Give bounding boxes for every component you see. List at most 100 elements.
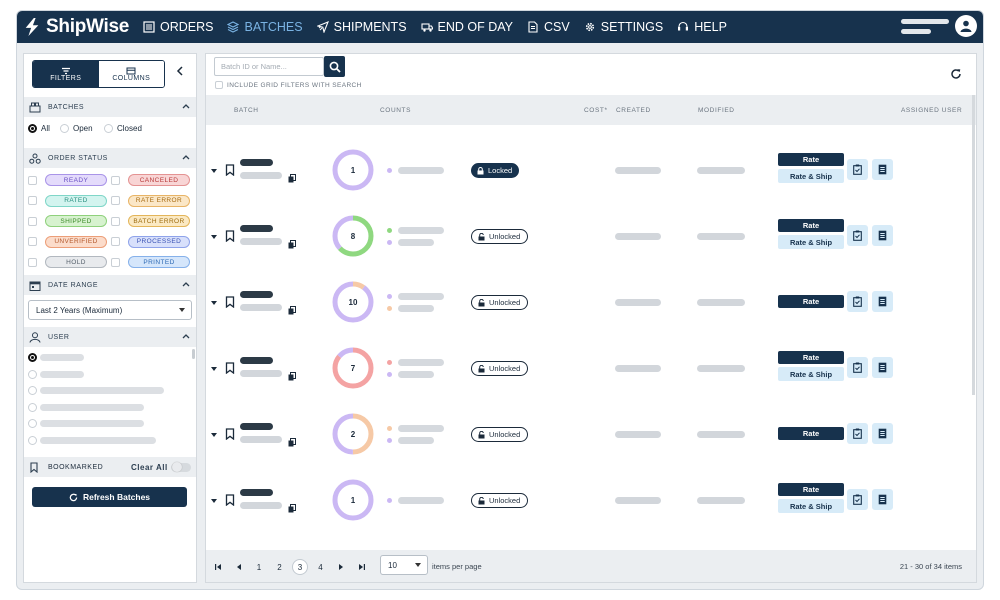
table-row[interactable]: 2 Unlocked Rate	[206, 401, 974, 467]
user-list-scrollbar[interactable]	[192, 349, 195, 359]
expand-row-icon[interactable]	[211, 433, 217, 437]
copy-icon[interactable]	[288, 306, 296, 315]
checkbox[interactable]	[111, 257, 120, 267]
document-button[interactable]	[872, 225, 893, 246]
clipboard-button[interactable]	[847, 357, 868, 378]
clipboard-button[interactable]	[847, 489, 868, 510]
page-3-button[interactable]: 3	[292, 559, 308, 575]
document-button[interactable]	[872, 291, 893, 312]
document-button[interactable]	[872, 423, 893, 444]
avatar[interactable]	[955, 15, 977, 37]
expand-row-icon[interactable]	[211, 367, 217, 371]
checkbox[interactable]	[111, 237, 120, 246]
document-button[interactable]	[872, 159, 893, 180]
checkbox[interactable]	[28, 196, 37, 205]
unlocked-badge[interactable]: Unlocked	[471, 493, 529, 508]
unlocked-badge[interactable]: Unlocked	[471, 229, 529, 244]
search-button[interactable]	[324, 56, 345, 77]
table-row[interactable]: 10 Unlocked Rate	[206, 269, 974, 335]
checkbox[interactable]	[215, 81, 223, 89]
date-range-select[interactable]: Last 2 Years (Maximum)	[28, 300, 192, 320]
batch-filter-closed[interactable]: Closed	[104, 124, 142, 133]
status-filter-shipped[interactable]: SHIPPED	[28, 215, 107, 227]
checkbox[interactable]	[28, 175, 37, 185]
include-grid-filters-checkbox[interactable]: INCLUDE GRID FILTERS WITH SEARCH	[215, 81, 362, 89]
rate-and-ship-button[interactable]: Rate & Ship	[778, 499, 844, 513]
prev-page-button[interactable]	[231, 559, 247, 575]
columns-tab[interactable]: COLUMNS	[98, 61, 164, 87]
clipboard-button[interactable]	[847, 225, 868, 246]
checkbox[interactable]	[111, 175, 120, 185]
expand-row-icon[interactable]	[211, 169, 217, 173]
nav-orders[interactable]: ORDERS	[143, 20, 213, 34]
column-modified[interactable]: MODIFIED	[698, 107, 735, 114]
expand-row-icon[interactable]	[211, 301, 217, 305]
status-filter-canceled[interactable]: CANCELED	[111, 174, 190, 186]
refresh-batches-button[interactable]: Refresh Batches	[32, 487, 187, 507]
rate-button[interactable]: Rate	[778, 483, 844, 496]
document-button[interactable]	[872, 489, 893, 510]
batch-filter-open[interactable]: Open	[60, 124, 93, 133]
checkbox[interactable]	[28, 237, 37, 246]
clipboard-button[interactable]	[847, 423, 868, 444]
copy-icon[interactable]	[288, 504, 296, 513]
checkbox[interactable]	[28, 216, 37, 226]
nav-settings[interactable]: SETTINGS	[584, 20, 663, 34]
nav-csv[interactable]: CSV	[527, 20, 570, 34]
unlocked-badge[interactable]: Unlocked	[471, 427, 529, 442]
rate-button[interactable]: Rate	[778, 219, 844, 232]
radio-button[interactable]	[60, 124, 69, 133]
radio-button[interactable]	[104, 124, 113, 133]
unlocked-badge[interactable]: Unlocked	[471, 295, 529, 310]
last-page-button[interactable]	[354, 559, 370, 575]
user-radio[interactable]	[28, 386, 37, 395]
rate-button[interactable]: Rate	[778, 427, 844, 440]
batch-search-input[interactable]: Batch ID or Name...	[214, 57, 324, 76]
user-radio[interactable]	[28, 369, 37, 379]
status-filter-batch-error[interactable]: BATCH ERROR	[111, 215, 190, 227]
page-size-select[interactable]: 10	[380, 555, 428, 575]
user-radio[interactable]	[28, 435, 37, 445]
nav-shipments[interactable]: SHIPMENTS	[316, 20, 407, 34]
rate-and-ship-button[interactable]: Rate & Ship	[778, 367, 844, 381]
date-range-section-header[interactable]: DATE RANGE	[24, 275, 196, 295]
collapse-sidebar-icon[interactable]	[176, 66, 184, 76]
column-created[interactable]: CREATED	[616, 107, 651, 114]
nav-help[interactable]: HELP	[677, 20, 727, 34]
table-row[interactable]: 7 Unlocked Rate Rate & Ship	[206, 335, 974, 401]
column-assigned-user[interactable]: ASSIGNED USER	[901, 107, 962, 114]
batch-filter-all[interactable]: All	[28, 124, 50, 133]
column-counts[interactable]: COUNTS	[380, 107, 411, 114]
copy-icon[interactable]	[288, 372, 296, 381]
nav-end-of-day[interactable]: END OF DAY	[420, 20, 513, 34]
checkbox[interactable]	[28, 257, 37, 267]
bookmark-icon[interactable]	[225, 296, 235, 308]
brand[interactable]: ShipWise	[23, 16, 129, 38]
status-filter-unverified[interactable]: UNVERIFIED	[28, 235, 107, 248]
page-4-button[interactable]: 4	[313, 559, 329, 575]
bookmark-icon[interactable]	[225, 428, 235, 440]
status-filter-hold[interactable]: HOLD	[28, 256, 107, 268]
user-menu[interactable]	[901, 15, 977, 37]
rate-button[interactable]: Rate	[778, 351, 844, 364]
clipboard-button[interactable]	[847, 291, 868, 312]
clear-all-link[interactable]: Clear All	[131, 463, 168, 472]
bookmark-icon[interactable]	[225, 494, 235, 506]
status-filter-rated[interactable]: RATED	[28, 194, 107, 207]
status-filter-processed[interactable]: PROCESSED	[111, 235, 190, 248]
table-row[interactable]: 1 Unlocked Rate Rate & Ship	[206, 467, 974, 533]
copy-icon[interactable]	[288, 174, 296, 183]
rate-and-ship-button[interactable]: Rate & Ship	[778, 235, 844, 249]
copy-icon[interactable]	[288, 438, 296, 447]
reload-icon[interactable]	[950, 68, 962, 80]
checkbox[interactable]	[111, 216, 120, 226]
first-page-button[interactable]	[210, 559, 226, 575]
table-row[interactable]: 1 Locked Rate Rate & Ship	[206, 137, 974, 203]
checkbox[interactable]	[111, 196, 120, 205]
user-radio[interactable]	[28, 419, 37, 428]
status-filter-ready[interactable]: READY	[28, 174, 107, 186]
copy-icon[interactable]	[288, 240, 296, 249]
document-button[interactable]	[872, 357, 893, 378]
next-page-button[interactable]	[333, 559, 349, 575]
expand-row-icon[interactable]	[211, 235, 217, 239]
